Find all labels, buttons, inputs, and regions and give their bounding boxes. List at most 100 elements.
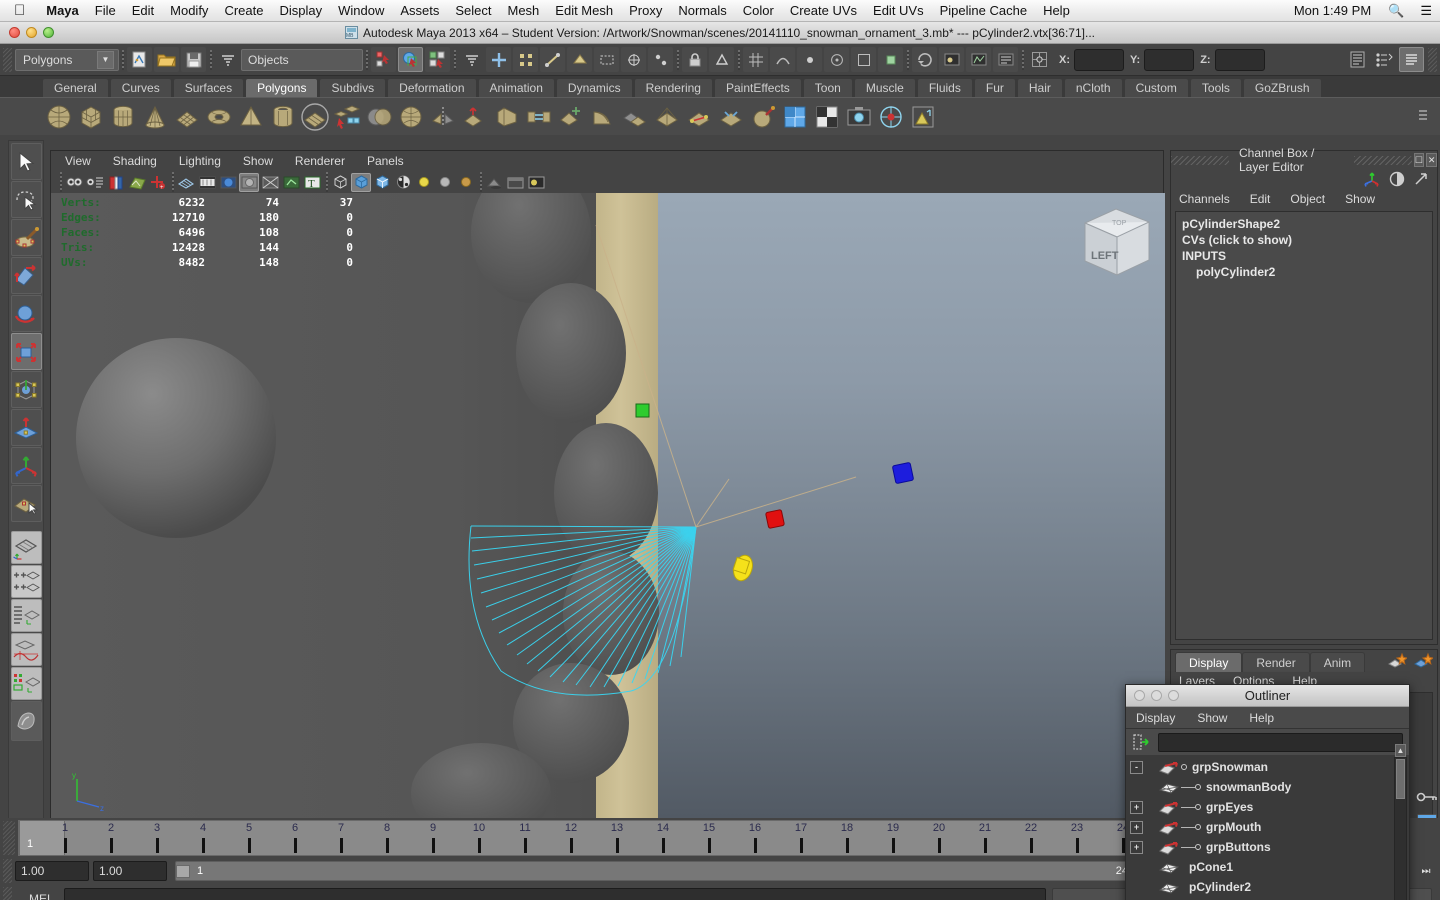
lock-selection-icon[interactable]	[682, 47, 707, 72]
lasso-select-tool-icon[interactable]	[10, 181, 42, 218]
viewport-menu-show[interactable]: Show	[243, 154, 273, 168]
channel-box-cvs-row[interactable]: CVs (click to show)	[1182, 232, 1426, 248]
channel-box-menu-show[interactable]: Show	[1345, 192, 1375, 206]
y-coordinate-field[interactable]	[1144, 48, 1195, 71]
viewport-3d-scene[interactable]: Verts: 6232 74 37 Edges: 12710 180 0 Fac…	[51, 193, 1165, 818]
outliner-search-input[interactable]	[1158, 732, 1403, 752]
snap-grid-icon[interactable]	[743, 47, 768, 72]
two-d-pan-zoom-icon[interactable]: +	[148, 173, 168, 192]
shelf-tab-custom[interactable]: Custom	[1123, 78, 1189, 97]
resolution-gate-icon[interactable]	[218, 173, 238, 192]
panel-drag-dots-left[interactable]	[1171, 155, 1229, 165]
toolbar-separator-6[interactable]	[735, 49, 742, 71]
filter-icon[interactable]	[1132, 733, 1152, 751]
zoom-icon[interactable]	[43, 27, 54, 38]
panel-drag-dots-right[interactable]	[1353, 155, 1412, 165]
channel-box-attribute-list[interactable]: pCylinderShape2 CVs (click to show) INPU…	[1175, 211, 1433, 640]
tab-display[interactable]: Display	[1175, 652, 1243, 672]
bridge-icon[interactable]	[524, 102, 554, 132]
shelf-tab-deformation[interactable]: Deformation	[387, 78, 477, 97]
save-scene-icon[interactable]	[181, 47, 206, 72]
select-by-object-type-icon[interactable]	[398, 47, 423, 72]
shelf-tab-dynamics[interactable]: Dynamics	[555, 78, 633, 97]
shelf-tab-muscle[interactable]: Muscle	[853, 78, 916, 97]
highlight-selection-icon[interactable]	[709, 47, 734, 72]
viewport-menu-shading[interactable]: Shading	[113, 154, 157, 168]
command-line-grip[interactable]	[3, 887, 12, 900]
outliner-expand-icon-grpmouth[interactable]: +	[1130, 820, 1143, 834]
mask-handle-icon[interactable]	[486, 47, 511, 72]
window-controls[interactable]	[0, 27, 54, 38]
menu-item-edit-uvs[interactable]: Edit UVs	[865, 3, 932, 18]
chevron-down-icon[interactable]: ▼	[97, 50, 114, 69]
toolbar-separator-3[interactable]	[363, 49, 370, 71]
polyprism-icon[interactable]	[300, 102, 330, 132]
list-icon[interactable]: ☰	[1412, 3, 1440, 19]
time-slider-grip[interactable]	[3, 821, 15, 855]
hardware-texturing-icon[interactable]	[393, 173, 413, 192]
four-view-layout-icon[interactable]	[10, 565, 42, 598]
shelf-tab-fur[interactable]: Fur	[973, 78, 1016, 97]
wedge-face-icon[interactable]	[588, 102, 618, 132]
channel-box-menu-edit[interactable]: Edit	[1250, 192, 1271, 206]
menu-item-help[interactable]: Help	[1035, 3, 1078, 18]
mask-misc-icon[interactable]	[648, 47, 673, 72]
z-coordinate-field[interactable]	[1214, 48, 1265, 71]
select-by-component-type-icon[interactable]	[425, 47, 450, 72]
last-tool-used-icon[interactable]	[10, 485, 42, 522]
outliner-menu-display[interactable]: Display	[1136, 711, 1175, 725]
show-manipulator-tool-icon[interactable]	[10, 447, 42, 484]
mask-lines-icon[interactable]	[540, 47, 565, 72]
menu-item-file[interactable]: File	[87, 3, 124, 18]
outliner-menu-help[interactable]: Help	[1249, 711, 1274, 725]
menu-item-create[interactable]: Create	[216, 3, 271, 18]
outliner-tree[interactable]: - grpSnowman snowmanBody + grpEyes + grp…	[1126, 755, 1409, 900]
attribute-editor-icon[interactable]	[1345, 47, 1370, 72]
outliner-persp-layout-icon[interactable]	[10, 599, 42, 632]
viewport-menu-view[interactable]: View	[65, 154, 91, 168]
polycube-icon[interactable]	[76, 102, 106, 132]
menu-item-edit[interactable]: Edit	[124, 3, 162, 18]
search-icon[interactable]: 🔍	[1380, 3, 1412, 19]
polysphere-icon[interactable]	[44, 102, 74, 132]
shelf-tab-gozbrush[interactable]: GoZBrush	[1242, 78, 1322, 97]
shelf-tab-hair[interactable]: Hair	[1016, 78, 1063, 97]
append-polygon-icon[interactable]	[556, 102, 586, 132]
menu-item-mesh[interactable]: Mesh	[500, 3, 548, 18]
shaded-wireframe-icon[interactable]	[372, 173, 392, 192]
range-start-handle[interactable]	[176, 864, 190, 878]
xray-icon[interactable]	[260, 173, 280, 192]
shadows-icon[interactable]	[484, 173, 504, 192]
select-by-hierarchy-icon[interactable]	[371, 47, 396, 72]
toolbar-separator-8[interactable]	[1019, 49, 1026, 71]
outliner-expand-icon-grpbuttons[interactable]: +	[1130, 840, 1143, 854]
shelf-tab-polygons[interactable]: Polygons	[245, 78, 319, 97]
tab-render[interactable]: Render	[1242, 652, 1310, 672]
viewport-toolbar-separator-1[interactable]	[57, 171, 64, 193]
restore-icon[interactable]: ☐	[1413, 153, 1425, 167]
lighting-all-icon[interactable]	[435, 173, 455, 192]
outliner-item-grpsnowman[interactable]: - grpSnowman	[1126, 757, 1409, 777]
command-line-input[interactable]	[63, 888, 1046, 900]
toolbar-separator-7[interactable]	[904, 49, 911, 71]
selection-mask-menu-icon[interactable]	[215, 47, 240, 72]
viewport-toolbar-separator-3[interactable]	[323, 171, 330, 193]
paint-select-tool-icon[interactable]	[10, 219, 42, 256]
mask-points-icon[interactable]	[513, 47, 538, 72]
rotate-tool-icon[interactable]	[10, 295, 42, 332]
snap-projected-center-icon[interactable]	[824, 47, 849, 72]
selection-mask-field[interactable]: Objects	[241, 48, 363, 71]
start-time-field[interactable]: 1.00	[15, 861, 89, 881]
polypyramid-icon[interactable]	[236, 102, 266, 132]
snap-point-icon[interactable]	[797, 47, 822, 72]
shelf-tab-tools[interactable]: Tools	[1189, 78, 1242, 97]
outliner-collapse-icon[interactable]: -	[1130, 760, 1143, 774]
render-icon[interactable]	[526, 173, 546, 192]
viewport-menu-lighting[interactable]: Lighting	[179, 154, 221, 168]
go-to-end-icon[interactable]: ⏭	[1416, 862, 1436, 880]
single-perspective-layout-icon[interactable]	[10, 531, 42, 564]
soft-modification-tool-icon[interactable]	[10, 409, 42, 446]
scrollbar-thumb[interactable]	[1396, 759, 1405, 799]
viewport-menu-renderer[interactable]: Renderer	[295, 154, 345, 168]
uv-snapshot-icon[interactable]	[844, 102, 874, 132]
